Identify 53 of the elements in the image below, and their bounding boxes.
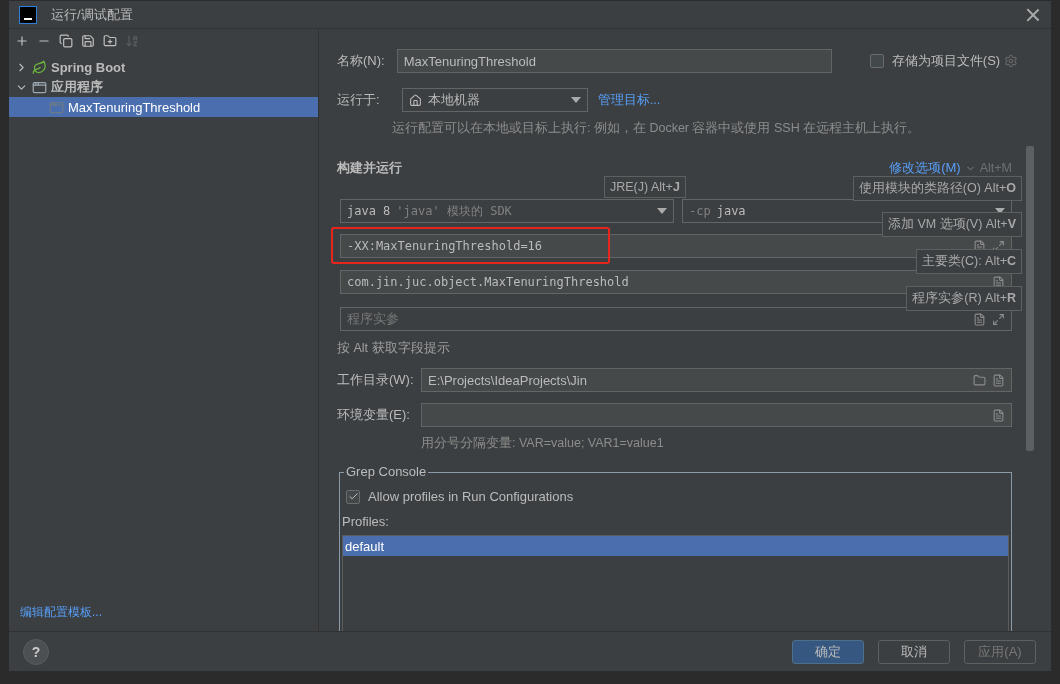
window-title: 运行/调试配置 xyxy=(51,5,133,24)
alt-hint: 按 Alt 获取字段提示 xyxy=(337,340,451,357)
leaf-icon xyxy=(32,59,47,75)
section-title: 构建并运行 xyxy=(337,159,402,177)
copy-icon[interactable] xyxy=(59,34,73,48)
checkbox[interactable] xyxy=(869,54,884,68)
env-variables-field[interactable] xyxy=(421,403,1012,427)
document-icon[interactable] xyxy=(992,408,1005,422)
run-on-dropdown[interactable]: 本地机器 xyxy=(401,88,588,112)
sdk-dropdown[interactable]: java 8 'java' 模块的 SDK xyxy=(340,199,674,223)
expand-icon[interactable] xyxy=(992,312,1005,326)
panel-title: Grep Console xyxy=(344,464,429,479)
shortcut-tooltip: 主要类(C): Alt+C xyxy=(915,249,1022,274)
folder-icon[interactable] xyxy=(973,373,986,387)
checkbox-label: Allow profiles in Run Configurations xyxy=(368,489,574,504)
modify-options-link[interactable]: 修改选项(M) xyxy=(889,159,961,177)
help-button[interactable]: ? xyxy=(23,638,49,665)
home-icon xyxy=(408,93,422,107)
edit-templates-link[interactable]: 编辑配置模板... xyxy=(9,604,318,621)
checkbox[interactable] xyxy=(346,489,360,504)
document-icon[interactable] xyxy=(992,373,1005,387)
tree-item[interactable]: MaxTenuringThreshold xyxy=(9,97,318,117)
run-on-hint: 运行配置可以在本地或目标上执行: 例如，在 Docker 容器中或使用 SSH 在远程主机上执行。 xyxy=(392,120,922,137)
working-directory-field[interactable]: E:\Projects\IdeaProjects\Jin xyxy=(421,368,1012,392)
manage-targets-link[interactable]: 管理目标... xyxy=(597,91,661,109)
ok-button[interactable]: 确定 xyxy=(792,639,864,664)
gear-icon[interactable] xyxy=(1004,54,1018,68)
shortcut-tooltip: 添加 VM 选项(V) Alt+V xyxy=(881,212,1022,237)
tree-item[interactable]: 应用程序 xyxy=(9,77,318,97)
dialog-button[interactable]: 取消 xyxy=(878,639,950,664)
shortcut-tooltip: 程序实参(R) Alt+R xyxy=(906,286,1022,311)
list-item[interactable]: default xyxy=(343,536,1008,556)
shortcut-tooltip: 使用模块的类路径(O) Alt+O xyxy=(852,176,1022,201)
app-logo-icon xyxy=(19,5,37,24)
document-icon[interactable] xyxy=(973,312,986,326)
run-on-label: 运行于: xyxy=(337,91,380,109)
save-icon[interactable] xyxy=(81,34,95,48)
document-icon[interactable] xyxy=(992,275,1005,289)
name-field[interactable]: MaxTenuringThreshold xyxy=(396,49,832,73)
window-icon xyxy=(32,79,47,95)
program-arguments-field[interactable]: 程序实参 xyxy=(340,307,1012,331)
tree-item[interactable]: Spring Boot xyxy=(9,57,318,77)
shortcut-tooltip: JRE(J) Alt+J xyxy=(604,176,686,198)
add-icon[interactable] xyxy=(15,34,29,48)
store-label: 存储为项目文件(S) xyxy=(891,52,1001,70)
profiles-label: Profiles: xyxy=(342,514,390,529)
folder-icon[interactable] xyxy=(103,34,117,48)
env-variables-label: 环境变量(E): xyxy=(337,406,411,424)
env-hint: 用分号分隔变量: VAR=value; VAR1=value1 xyxy=(421,435,665,452)
window-icon xyxy=(49,99,64,115)
scrollbar[interactable] xyxy=(1026,146,1034,451)
name-label: 名称(N): xyxy=(337,52,385,70)
working-directory-label: 工作目录(W): xyxy=(337,371,413,389)
